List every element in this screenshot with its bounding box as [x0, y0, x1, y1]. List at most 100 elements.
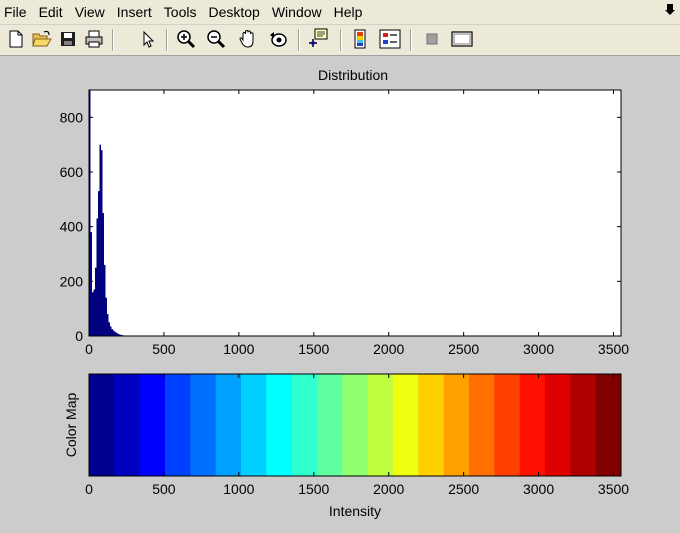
colormap-cell — [139, 374, 166, 476]
colormap-x-tick-label: 2500 — [448, 481, 479, 497]
toolbar-separator — [166, 29, 168, 51]
colormap-cell — [342, 374, 369, 476]
menu-desktop[interactable]: Desktop — [202, 0, 265, 24]
print-icon — [85, 30, 103, 48]
histogram-y-tick-label: 0 — [75, 328, 83, 344]
histogram-x-tick-label: 0 — [85, 341, 93, 357]
menu-help[interactable]: Help — [328, 0, 369, 24]
colormap-x-tick-label: 1000 — [223, 481, 254, 497]
colormap-cell — [165, 374, 191, 476]
histogram-y-tick-label: 800 — [60, 109, 84, 125]
histogram-y-tick-label: 600 — [60, 164, 84, 180]
histogram-bar — [108, 322, 110, 336]
histogram-bar — [94, 267, 97, 336]
toolbar-separator — [410, 29, 412, 51]
histogram-x-tick-label: 500 — [152, 341, 176, 357]
menu-file[interactable]: File — [0, 0, 33, 24]
edit-plot-arrow-icon — [143, 30, 155, 48]
insert-colorbar-button[interactable] — [348, 27, 372, 51]
colormap-cell — [241, 374, 267, 476]
colormap-cell — [570, 374, 597, 476]
dock-arrow-icon[interactable] — [664, 2, 676, 16]
histogram-x-tick-label: 3000 — [523, 341, 554, 357]
colormap-x-tick-label: 1500 — [298, 481, 329, 497]
histogram-y-tick-label: 200 — [60, 273, 84, 289]
colormap-cell — [291, 374, 318, 476]
menu-window[interactable]: Window — [266, 0, 328, 24]
toolbar-separator — [340, 29, 342, 51]
edit-plot-button[interactable] — [136, 27, 160, 51]
pan-hand-icon — [239, 29, 254, 48]
toolbar-separator — [298, 29, 300, 51]
colormap-cell — [114, 374, 141, 476]
colormap-cell — [545, 374, 571, 476]
pan-button[interactable] — [236, 27, 260, 51]
colormap-ylabel: Color Map — [63, 393, 79, 458]
menu-tools[interactable]: Tools — [158, 0, 203, 24]
hide-plot-tools-button[interactable] — [420, 27, 444, 51]
histogram-bar — [100, 150, 103, 336]
colormap-cell — [367, 374, 394, 476]
histogram-bar — [96, 218, 98, 336]
colormap-xlabel: Intensity — [329, 503, 381, 519]
histogram-bar — [90, 232, 92, 336]
save-icon — [61, 32, 75, 46]
histogram-bar — [109, 326, 112, 336]
histogram-x-tick-label: 3500 — [598, 341, 629, 357]
colormap-cell — [393, 374, 419, 476]
menu-insert[interactable]: Insert — [111, 0, 158, 24]
save-button[interactable] — [56, 27, 80, 51]
histogram-bar — [105, 297, 107, 336]
histogram-bar — [93, 289, 95, 336]
histogram-x-tick-label: 1000 — [223, 341, 254, 357]
colormap-cell — [89, 374, 115, 476]
data-cursor-icon — [309, 28, 328, 47]
zoom-in-icon — [177, 30, 196, 49]
new-figure-icon — [9, 30, 23, 48]
open-file-icon — [32, 30, 52, 47]
data-cursor-button[interactable] — [306, 27, 330, 51]
colormap-x-tick-label: 3500 — [598, 481, 629, 497]
colormap-cell — [266, 374, 293, 476]
histogram-axes[interactable] — [89, 90, 621, 336]
histogram-bar — [97, 191, 100, 336]
colormap-cell — [443, 374, 470, 476]
hide-plot-tools-icon — [426, 33, 438, 45]
open-file-button[interactable] — [30, 27, 54, 51]
colormap-x-tick-label: 0 — [85, 481, 93, 497]
colormap-cells — [89, 374, 622, 476]
histogram-bar — [102, 213, 104, 336]
insert-legend-button[interactable] — [378, 27, 402, 51]
colormap-cell — [595, 374, 622, 476]
new-figure-button[interactable] — [4, 27, 28, 51]
rotate-3d-button[interactable] — [266, 27, 290, 51]
histogram-x-tick-label: 2000 — [373, 341, 404, 357]
menu-bar: File Edit View Insert Tools Desktop Wind… — [0, 0, 680, 25]
colormap-x-tick-label: 2000 — [373, 481, 404, 497]
colormap-cell — [469, 374, 495, 476]
colormap-cell — [494, 374, 521, 476]
insert-legend-icon — [379, 29, 401, 49]
menu-edit[interactable]: Edit — [33, 0, 69, 24]
colormap-x-tick-label: 500 — [152, 481, 176, 497]
histogram-bar — [91, 292, 94, 336]
histogram-title: Distribution — [318, 67, 388, 83]
colormap-cell — [418, 374, 445, 476]
zoom-out-button[interactable] — [204, 27, 228, 51]
colormap-cell — [519, 374, 546, 476]
zoom-out-icon — [207, 30, 226, 49]
menu-view[interactable]: View — [69, 0, 111, 24]
print-button[interactable] — [82, 27, 106, 51]
insert-colorbar-icon — [354, 29, 366, 49]
show-plot-tools-button[interactable] — [450, 27, 474, 51]
zoom-in-button[interactable] — [174, 27, 198, 51]
histogram-bar — [103, 264, 106, 336]
colormap-cell — [317, 374, 343, 476]
colormap-x-tick-label: 3000 — [523, 481, 554, 497]
figure-svg: Distribution 0 500 1000 1500 2000 2500 3000 350… — [60, 67, 630, 519]
toolbar-separator — [112, 29, 114, 51]
histogram-x-tick-label: 1500 — [298, 341, 329, 357]
histogram-y-tick-label: 400 — [60, 219, 84, 235]
colormap-cell — [190, 374, 217, 476]
figure-canvas: Distribution 0 500 1000 1500 2000 2500 3000 350… — [0, 56, 680, 528]
